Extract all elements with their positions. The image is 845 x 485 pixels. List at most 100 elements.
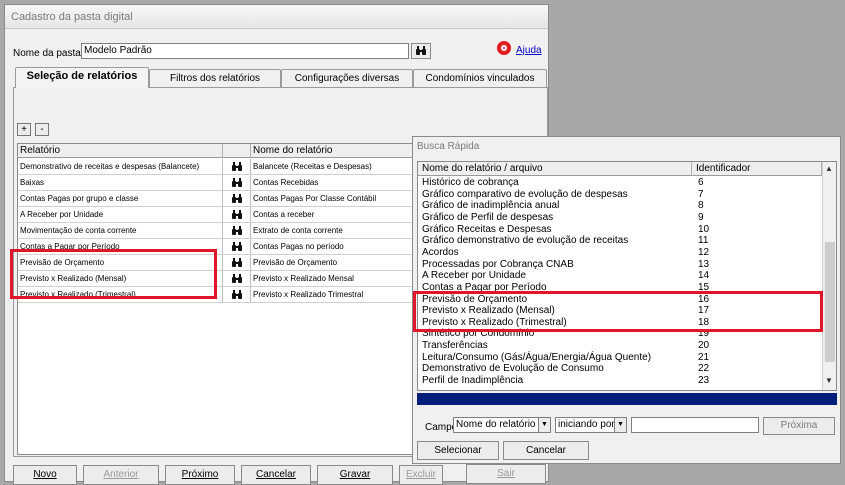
report-cell: Contas Pagas por grupo e classe	[18, 191, 223, 207]
mode-select-value: iniciando por	[558, 419, 615, 430]
list-item-id: 14	[698, 270, 710, 282]
name-cell: Contas a receber	[251, 207, 416, 223]
row-search-button[interactable]	[223, 159, 251, 175]
list-item-name: Demonstrativo de Evolução de Consumo	[422, 363, 604, 375]
table-row[interactable]: A Receber por Unidade Contas a receber	[18, 207, 416, 223]
grid-header-name[interactable]: Nome do relatório	[251, 144, 416, 158]
name-cell: Balancete (Receitas e Despesas)	[251, 159, 416, 175]
name-cell: Extrato de conta corrente	[251, 223, 416, 239]
row-search-button[interactable]	[223, 255, 251, 271]
list-item-id: 7	[698, 188, 704, 200]
next-button[interactable]: Próximo	[165, 465, 235, 485]
new-button[interactable]: Novo	[13, 465, 77, 485]
add-row-button[interactable]: +	[17, 123, 31, 136]
binoculars-icon	[231, 289, 242, 299]
list-item[interactable]: Perfil de Inadimplência 23	[418, 375, 822, 387]
list-item-name: Gráfico de inadimplência anual	[422, 200, 560, 212]
row-search-button[interactable]	[223, 191, 251, 207]
binoculars-icon	[416, 46, 426, 55]
row-search-button[interactable]	[223, 287, 251, 303]
tab-misc-settings[interactable]: Configurações diversas	[281, 69, 413, 87]
list-item-id: 6	[698, 177, 704, 188]
tab-report-selection[interactable]: Seleção de relatórios	[15, 67, 149, 88]
list-item-id: 23	[698, 375, 710, 387]
binoculars-icon	[231, 161, 242, 171]
exit-button[interactable]: Sair	[466, 464, 546, 484]
binoculars-icon	[231, 241, 242, 251]
folder-label: Nome da pasta:	[13, 48, 84, 59]
list-item[interactable]: Leitura/Consumo (Gás/Água/Energia/Água Q…	[418, 352, 822, 364]
list-item[interactable]: Gráfico Receitas e Despesas 10	[418, 224, 822, 236]
chevron-down-icon[interactable]: ▼	[538, 418, 550, 432]
table-row[interactable]: Baixas Contas Recebidas	[18, 175, 416, 191]
report-cell: Baixas	[18, 175, 223, 191]
list-item-name: A Receber por Unidade	[422, 270, 526, 282]
previous-button[interactable]: Anterior	[83, 465, 159, 485]
scrollbar-thumb[interactable]	[825, 242, 835, 362]
list-item[interactable]: A Receber por Unidade 14	[418, 270, 822, 282]
binoculars-icon	[231, 193, 242, 203]
name-cell: Previsto x Realizado Mensal	[251, 271, 416, 287]
select-button[interactable]: Selecionar	[417, 441, 499, 460]
report-cell: Movimentação de conta corrente	[18, 223, 223, 239]
help-link[interactable]: Ajuda	[516, 45, 542, 56]
folder-search-button[interactable]	[411, 43, 431, 59]
table-row[interactable]: Movimentação de conta corrente Extrato d…	[18, 223, 416, 239]
list-item[interactable]: Gráfico comparativo de evolução de despe…	[418, 189, 822, 201]
report-grid: Relatório Nome do relatório Demonstrativ…	[17, 143, 417, 455]
table-row[interactable]: Demonstrativo de receitas e despesas (Ba…	[18, 159, 416, 175]
chevron-down-icon[interactable]: ▼	[614, 418, 626, 432]
list-item-id: 11	[698, 235, 709, 247]
mode-select[interactable]: iniciando por ▼	[555, 417, 627, 433]
folder-name-input[interactable]: Modelo Padrão	[81, 43, 409, 59]
grid-header: Relatório Nome do relatório	[18, 144, 416, 158]
field-select[interactable]: Nome do relatório / a ▼	[453, 417, 551, 433]
list-item-id: 21	[698, 351, 710, 363]
list-item[interactable]: Processadas por Cobrança CNAB 13	[418, 259, 822, 271]
list-item-id: 22	[698, 363, 710, 375]
tab-report-filters[interactable]: Filtros dos relatórios	[149, 69, 281, 87]
name-cell: Previsão de Orçamento	[251, 255, 416, 271]
delete-button[interactable]: Excluir	[399, 465, 443, 485]
row-search-button[interactable]	[223, 271, 251, 287]
row-search-button[interactable]	[223, 223, 251, 239]
list-item[interactable]: Transferências 20	[418, 340, 822, 352]
list-item[interactable]: Demonstrativo de Evolução de Consumo 22	[418, 363, 822, 375]
list-item-name: Processadas por Cobrança CNAB	[422, 258, 574, 270]
list-item-id: 10	[698, 223, 710, 235]
list-item[interactable]: Gráfico de Perfil de despesas 9	[418, 212, 822, 224]
header-report-name[interactable]: Nome do relatório / arquivo	[418, 162, 692, 176]
dialog-cancel-button[interactable]: Cancelar	[503, 441, 589, 460]
list-item-name: Histórico de cobrança	[422, 177, 519, 188]
list-item[interactable]: Gráfico demonstrativo de evolução de rec…	[418, 235, 822, 247]
next-match-button[interactable]: Próxima	[763, 417, 835, 435]
row-search-button[interactable]	[223, 175, 251, 191]
header-identifier[interactable]: Identificador	[692, 162, 822, 176]
list-item[interactable]: Acordos 12	[418, 247, 822, 259]
list-item-id: 13	[698, 258, 710, 270]
binoculars-icon	[231, 273, 242, 283]
help-icon[interactable]	[497, 41, 511, 55]
row-search-button[interactable]	[223, 239, 251, 255]
chevron-down-icon[interactable]: ▼	[825, 376, 833, 385]
name-cell: Contas Recebidas	[251, 175, 416, 191]
row-search-button[interactable]	[223, 207, 251, 223]
grid-header-report[interactable]: Relatório	[18, 144, 223, 158]
list-item-name: Perfil de Inadimplência	[422, 375, 524, 387]
list-item[interactable]: Gráfico de inadimplência anual 8	[418, 200, 822, 212]
search-text-input[interactable]	[631, 417, 759, 433]
table-row[interactable]: Contas Pagas por grupo e classe Contas P…	[18, 191, 416, 207]
cancel-button[interactable]: Cancelar	[241, 465, 311, 485]
remove-row-button[interactable]: -	[35, 123, 49, 136]
list-item-name: Gráfico de Perfil de despesas	[422, 211, 554, 223]
chevron-up-icon[interactable]: ▲	[825, 164, 833, 173]
list-item-name: Transferências	[422, 340, 488, 352]
quick-search-title: Busca Rápida	[417, 141, 480, 152]
name-cell: Contas Pagas Por Classe Contábil	[251, 191, 416, 207]
tab-linked-condos[interactable]: Condomínios vinculados	[413, 69, 547, 87]
list-scrollbar[interactable]: ▲ ▼	[822, 162, 836, 390]
window-title: Cadastro da pasta digital	[5, 5, 548, 29]
status-bar	[417, 393, 837, 405]
save-button[interactable]: Gravar	[317, 465, 393, 485]
list-item[interactable]: Histórico de cobrança 6	[418, 177, 822, 189]
